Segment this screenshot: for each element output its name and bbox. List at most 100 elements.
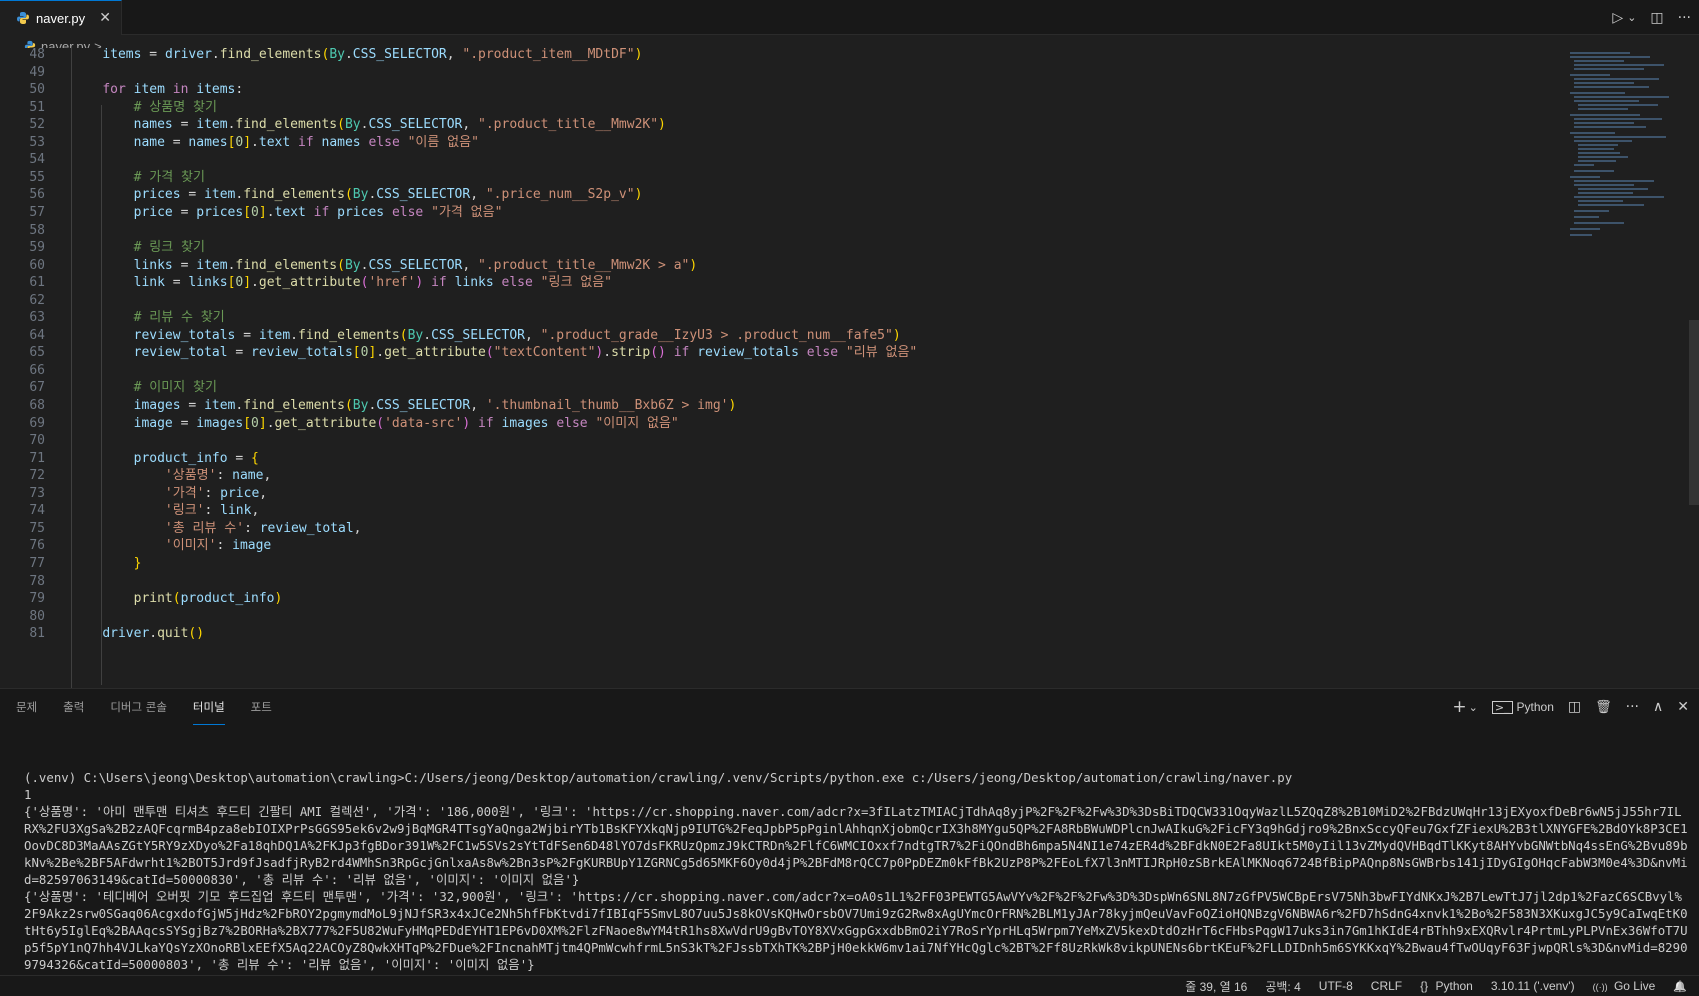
code-token: } [133,555,142,571]
status-bar: 줄 39, 열 16 공백: 4 UTF-8 CRLF {} Python 3.… [0,975,1699,996]
code-token: 0 [251,204,259,220]
code-token: driver [102,626,150,642]
code-line: 59 # 링크 찾기 [0,238,1570,257]
notifications-bell-icon[interactable]: 🔔 [1673,980,1687,993]
code-token: . [603,345,612,361]
run-menu-chevron-icon[interactable]: ⌄ [1627,11,1636,24]
code-token: "이미지 없음" [595,415,679,431]
tab-terminal[interactable]: 터미널 [192,689,225,725]
code-token: , [470,398,486,413]
line-number: 63 [29,310,45,326]
line-number: 77 [29,555,45,571]
line-number: 54 [29,152,45,168]
split-editor-icon[interactable]: ◫ [1650,10,1663,26]
code-token: = [172,415,197,431]
code-token: links [133,257,173,273]
code-token: ) [634,187,643,203]
split-terminal-icon[interactable]: ◫ [1568,699,1581,715]
maximize-panel-icon[interactable]: ∧ [1653,699,1663,715]
code-token: review_total [133,345,228,361]
terminal-output[interactable]: (.venv) C:\Users\jeong\Desktop\automatio… [24,769,1689,973]
more-actions-icon[interactable]: ··· [1678,10,1691,26]
code-token: names [188,134,228,150]
language-mode[interactable]: {} Python [1420,979,1473,993]
code-text: '총 리뷰 수': review_total, [71,519,362,538]
code-token: "리뷰 없음" [845,345,918,361]
close-panel-icon[interactable]: ✕ [1677,699,1689,715]
code-token: , [353,520,362,536]
code-token: '상품명' [164,468,217,484]
minimap[interactable] [1570,48,1688,688]
code-token: = [180,187,205,203]
code-line: 57 price = prices[0].text if prices else… [0,203,1570,222]
code-token: By [344,257,361,273]
line-number: 58 [29,222,45,238]
tab-ports[interactable]: 포트 [251,689,272,725]
code-token: get_attribute [384,345,486,361]
editor-tab-naver-py[interactable]: naver.py ✕ [0,0,122,35]
kill-terminal-icon[interactable]: 🗑 [1595,700,1612,715]
code-token: ] [258,415,267,431]
code-token: prices [133,187,181,203]
line-number: 67 [29,380,45,396]
tab-filename: naver.py [36,10,86,26]
code-text: for item in items: [71,80,243,99]
code-token: , [524,327,541,343]
code-token: price [133,204,173,220]
run-python-file-icon[interactable]: ▷ [1612,10,1623,26]
line-number: 56 [29,187,45,203]
more-actions-icon[interactable]: ··· [1626,699,1639,715]
code-line: 49 [0,63,1570,82]
tab-problems[interactable]: 문제 [16,689,37,725]
indentation[interactable]: 공백: 4 [1265,978,1300,995]
code-text: review_totals = item.find_elements(By.CS… [71,326,901,345]
code-text: name = names[0].text if names else "이름 없… [71,133,479,152]
line-number: 69 [29,415,45,431]
code-token: else [556,415,588,431]
editor-scrollbar[interactable] [1689,320,1699,505]
code-token: ( [337,257,345,273]
code-token: else [391,204,424,220]
code-token: : [204,503,221,519]
new-terminal-icon[interactable]: + [1452,697,1466,717]
code-token: By [407,327,424,343]
code-token: ( [344,187,353,203]
code-token: ( [485,345,494,361]
line-number: 65 [29,345,45,361]
code-token: prices [196,204,244,220]
cursor-position[interactable]: 줄 39, 열 16 [1185,978,1247,995]
code-token: link [220,503,252,519]
go-live-button[interactable]: ((·)) Go Live [1593,979,1656,993]
broadcast-icon: ((·)) [1592,982,1608,992]
encoding[interactable]: UTF-8 [1319,979,1353,993]
python-interpreter[interactable]: 3.10.11 ('.venv') [1491,979,1575,993]
code-token: By [344,117,361,133]
end-of-line[interactable]: CRLF [1371,979,1402,993]
code-token: . [266,415,275,431]
code-token: = [172,257,197,273]
code-token: item [204,187,236,203]
code-token: "이름 없음" [407,134,479,150]
code-token: = [172,117,197,133]
code-token: price [220,485,260,501]
terminal-name: Python [1516,700,1554,714]
close-tab-icon[interactable]: ✕ [99,10,111,26]
code-token: By [352,187,369,203]
line-number: 71 [29,450,45,466]
code-editor[interactable]: 48 items = driver.find_elements(By.CSS_S… [0,48,1699,688]
tab-output[interactable]: 출력 [63,689,84,725]
tab-debug-console[interactable]: 디버그 콘솔 [110,689,167,725]
line-number: 59 [29,240,45,256]
terminal-instance[interactable]: >_ Python [1491,700,1554,714]
code-text: print(product_info) [71,589,283,608]
terminal-line: 1 [24,787,32,802]
terminal-profile-chevron-icon[interactable]: ⌄ [1469,701,1478,714]
